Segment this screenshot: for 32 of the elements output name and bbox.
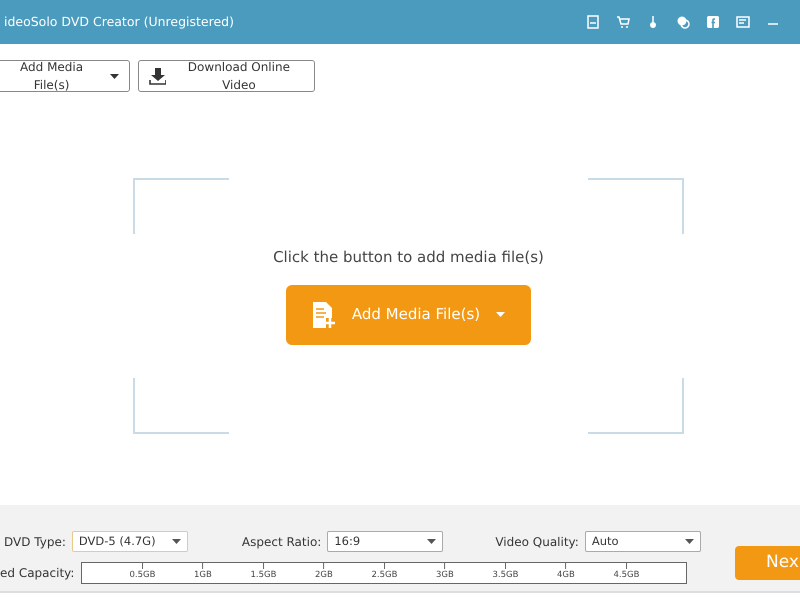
caret-icon bbox=[684, 539, 694, 544]
feedback-icon[interactable] bbox=[736, 15, 750, 29]
add-media-dropdown[interactable]: Add Media File(s) bbox=[0, 60, 130, 92]
setting-label: Aspect Ratio: bbox=[242, 534, 322, 550]
caret-icon bbox=[110, 74, 119, 78]
add-file-icon bbox=[312, 300, 336, 328]
download-icon bbox=[149, 68, 166, 84]
capacity-tick: 4.5GB bbox=[613, 563, 640, 582]
capacity-tick: 2GB bbox=[315, 563, 333, 582]
setting-dropdown[interactable]: 16:9 bbox=[327, 531, 444, 552]
save-icon[interactable] bbox=[586, 15, 600, 29]
facebook-icon[interactable] bbox=[706, 15, 720, 29]
capacity-tick: 4GB bbox=[557, 563, 575, 582]
capacity-tick: 3.5GB bbox=[492, 563, 518, 582]
capacity-tick: 2.5GB bbox=[371, 563, 398, 582]
cart-icon[interactable] bbox=[616, 15, 630, 29]
setting-label: DVD Type: bbox=[4, 534, 66, 550]
capacity-tick: 1.5GB bbox=[250, 563, 276, 582]
capacity-tick: 3GB bbox=[436, 563, 454, 582]
caret-icon bbox=[496, 312, 506, 317]
setting-dropdown[interactable]: Auto bbox=[584, 531, 701, 552]
caret-icon bbox=[172, 539, 181, 544]
window-title: ideoSolo DVD Creator (Unregistered) bbox=[4, 12, 234, 31]
setting-dropdown[interactable]: DVD-5 (4.7G) bbox=[72, 531, 188, 552]
chat-icon[interactable] bbox=[676, 15, 690, 29]
capacity-tick: 1GB bbox=[194, 563, 212, 582]
setting-label: Video Quality: bbox=[495, 534, 579, 550]
caret-icon bbox=[427, 539, 436, 544]
download-button[interactable]: Download Online Video bbox=[138, 60, 315, 92]
capacity-label: ed Capacity: bbox=[0, 565, 74, 582]
capacity-tick: 0.5GB bbox=[129, 563, 156, 582]
add-media-prompt: Click the button to add media file(s) bbox=[273, 247, 544, 268]
